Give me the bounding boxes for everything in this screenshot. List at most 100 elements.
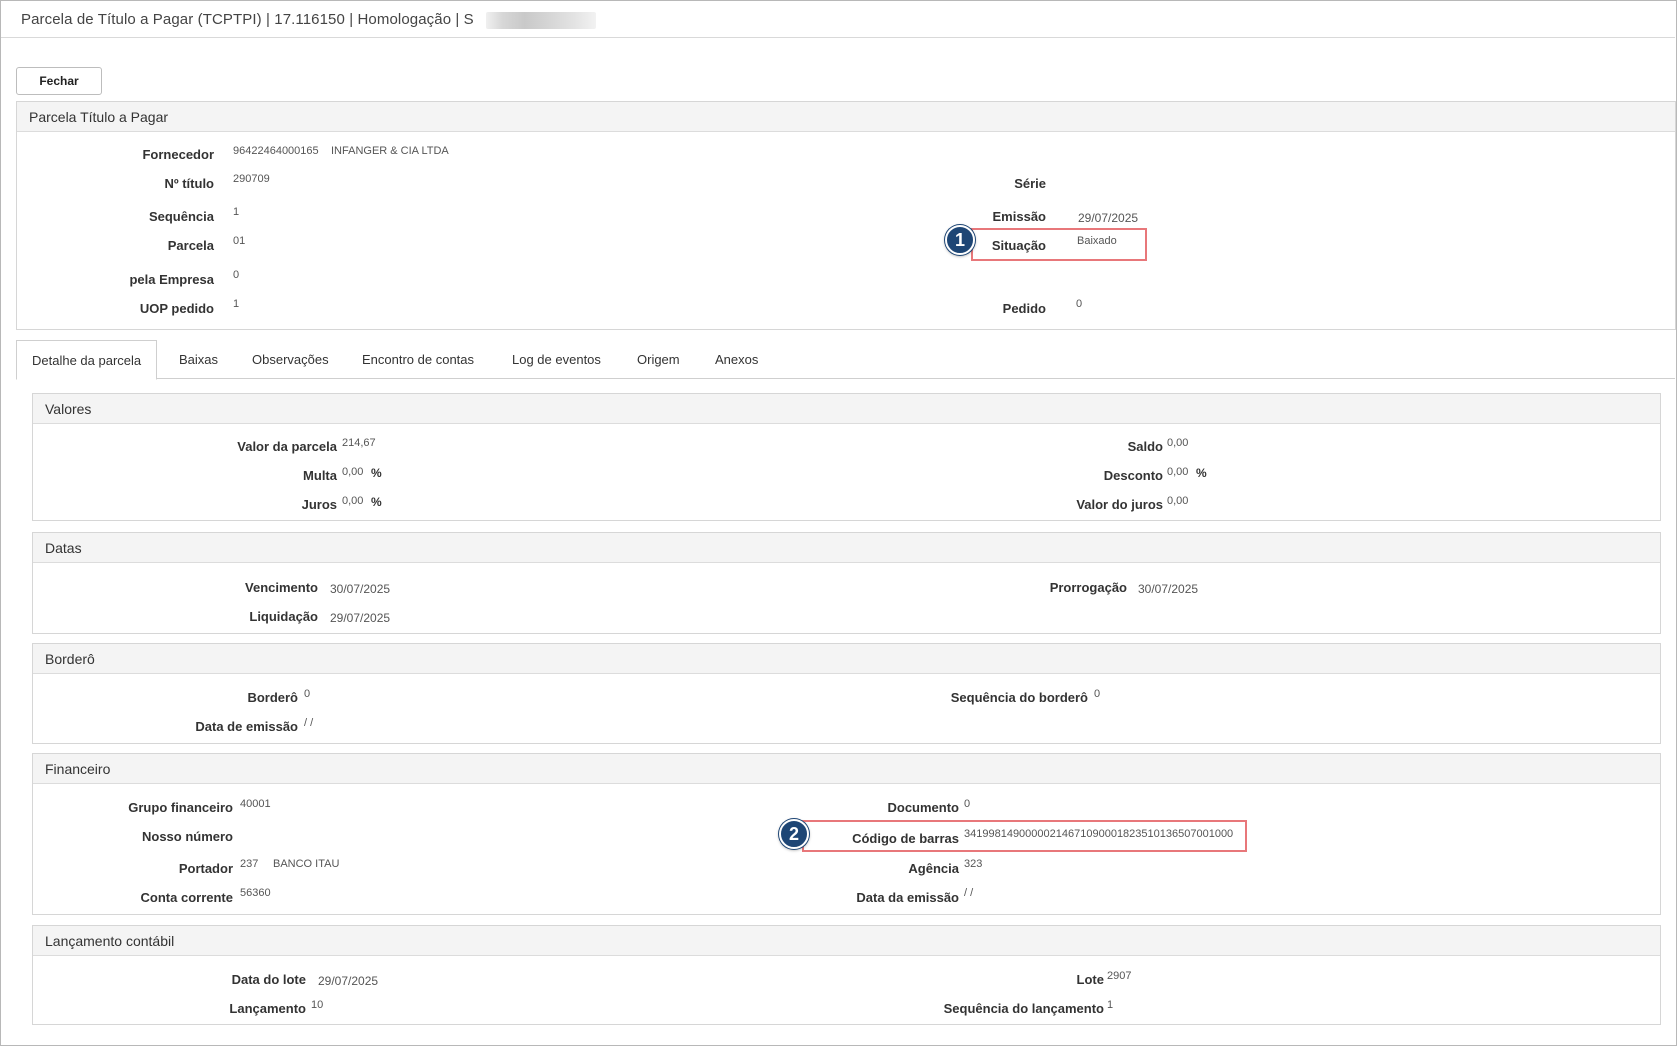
fornecedor-code: 96422464000165: [233, 145, 319, 157]
parcela-panel: Parcela Título a Pagar Fornecedor 964224…: [16, 101, 1676, 330]
window-title: Parcela de Título a Pagar (TCPTPI) | 17.…: [21, 11, 474, 28]
liquidacao-label: Liquidação: [249, 609, 318, 624]
tab-baixas[interactable]: Baixas: [179, 340, 218, 379]
empresa-value: 0: [233, 269, 240, 281]
desconto-label: Desconto: [1103, 468, 1163, 483]
documento-value: 0: [964, 798, 971, 810]
valor-juros-label: Valor do juros: [1076, 497, 1163, 512]
desconto-value: 0,00: [1167, 466, 1189, 478]
parcela-panel-title: Parcela Título a Pagar: [29, 109, 169, 125]
conta-corrente-label: Conta corrente: [140, 890, 233, 905]
financeiro-panel-header: Financeiro: [33, 754, 1660, 784]
pedido-label: Pedido: [1002, 301, 1046, 316]
pedido-value: 0: [1076, 298, 1083, 310]
portador-label: Portador: [178, 861, 233, 876]
juros-value: 0,00: [342, 495, 364, 507]
saldo-label: Saldo: [1127, 439, 1163, 454]
sequencia-label: Sequência: [148, 209, 214, 224]
tab-anexos[interactable]: Anexos: [715, 340, 758, 379]
valor-parcela-label: Valor da parcela: [237, 439, 337, 454]
multa-label: Multa: [303, 468, 337, 483]
parcela-label: Parcela: [167, 238, 214, 253]
multa-percent: %: [371, 466, 382, 480]
tab-log-eventos[interactable]: Log de eventos: [512, 340, 601, 379]
bordero-data-emissao-value: / /: [304, 717, 314, 729]
emissao-value: 29/07/2025: [1078, 211, 1139, 225]
lancamento-panel: Lançamento contábil Data do lote 29/07/2…: [32, 925, 1661, 1025]
liquidacao-value: 29/07/2025: [330, 611, 391, 625]
title-bar: Parcela de Título a Pagar (TCPTPI) | 17.…: [1, 1, 1675, 38]
fornecedor-name: INFANGER & CIA LTDA: [331, 145, 449, 157]
annotation-badge-2: 2: [779, 819, 809, 849]
seq-lancamento-value: 1: [1107, 999, 1114, 1011]
financeiro-data-emissao-label: Data da emissão: [856, 890, 959, 905]
lancamento-value: 10: [311, 999, 324, 1011]
parcela-value: 01: [233, 235, 246, 247]
titulo-label: Nº título: [164, 176, 214, 191]
vencimento-label: Vencimento: [245, 580, 318, 595]
valor-juros-value: 0,00: [1167, 495, 1189, 507]
titulo-value: 290709: [233, 173, 270, 185]
lote-value: 2907: [1107, 970, 1132, 982]
bordero-panel-header: Borderô: [33, 644, 1660, 674]
juros-label: Juros: [301, 497, 337, 512]
datas-panel: Datas Vencimento 30/07/2025 Prorrogação …: [32, 532, 1661, 634]
financeiro-panel-title: Financeiro: [45, 761, 111, 777]
valores-panel-header: Valores: [33, 394, 1660, 424]
lancamento-panel-title: Lançamento contábil: [45, 933, 175, 949]
sequencia-value: 1: [233, 206, 240, 218]
portador-name: BANCO ITAU: [273, 858, 340, 870]
bordero-data-emissao-label: Data de emissão: [195, 719, 298, 734]
grupo-financeiro-label: Grupo financeiro: [128, 800, 233, 815]
data-lote-value: 29/07/2025: [318, 974, 379, 988]
seq-bordero-value: 0: [1094, 688, 1101, 700]
agencia-label: Agência: [908, 861, 959, 876]
datas-panel-title: Datas: [45, 540, 82, 556]
bordero-label: Borderô: [247, 690, 298, 705]
valores-panel: Valores Valor da parcela 214,67 Saldo 0,…: [32, 393, 1661, 521]
seq-lancamento-label: Sequência do lançamento: [943, 1001, 1104, 1016]
datas-panel-header: Datas: [33, 533, 1660, 563]
vencimento-value: 30/07/2025: [330, 582, 391, 596]
tab-bar: Detalhe da parcela Baixas Observações En…: [16, 340, 1675, 380]
seq-bordero-label: Sequência do borderô: [950, 690, 1088, 705]
close-button[interactable]: Fechar: [16, 67, 102, 95]
bordero-panel: Borderô Borderô 0 Sequência do borderô 0…: [32, 643, 1661, 744]
conta-corrente-value: 56360: [240, 887, 271, 899]
documento-label: Documento: [887, 800, 960, 815]
bordero-value: 0: [304, 688, 311, 700]
nosso-numero-label: Nosso número: [141, 829, 233, 844]
agencia-value: 323: [964, 858, 983, 870]
data-lote-label: Data do lote: [231, 972, 306, 987]
portador-code: 237: [240, 858, 259, 870]
parcela-panel-header: Parcela Título a Pagar: [17, 102, 1675, 132]
desconto-percent: %: [1196, 466, 1207, 480]
situacao-highlight: [971, 228, 1147, 261]
tab-detalhe-parcela[interactable]: Detalhe da parcela: [16, 340, 158, 380]
grupo-financeiro-value: 40001: [240, 798, 271, 810]
valor-parcela-value: 214,67: [342, 437, 376, 449]
lancamento-panel-header: Lançamento contábil: [33, 926, 1660, 956]
tab-observacoes[interactable]: Observações: [252, 340, 329, 379]
serie-label: Série: [1014, 176, 1046, 191]
lancamento-label: Lançamento: [229, 1001, 306, 1016]
saldo-value: 0,00: [1167, 437, 1189, 449]
emissao-label: Emissão: [992, 209, 1046, 224]
valores-panel-title: Valores: [45, 401, 92, 417]
tab-encontro-contas[interactable]: Encontro de contas: [362, 340, 474, 379]
uop-value: 1: [233, 298, 240, 310]
uop-label: UOP pedido: [139, 301, 214, 316]
financeiro-data-emissao-value: / /: [964, 887, 974, 899]
annotation-badge-1: 1: [945, 225, 975, 255]
prorrogacao-label: Prorrogação: [1049, 580, 1127, 595]
redacted-area: [486, 12, 596, 29]
empresa-label: pela Empresa: [129, 272, 214, 287]
bordero-panel-title: Borderô: [45, 651, 95, 667]
lote-label: Lote: [1076, 972, 1104, 987]
multa-value: 0,00: [342, 466, 364, 478]
codigo-barras-highlight: [802, 820, 1247, 852]
fornecedor-label: Fornecedor: [142, 147, 214, 162]
prorrogacao-value: 30/07/2025: [1138, 582, 1199, 596]
juros-percent: %: [371, 495, 382, 509]
tab-origem[interactable]: Origem: [637, 340, 680, 379]
